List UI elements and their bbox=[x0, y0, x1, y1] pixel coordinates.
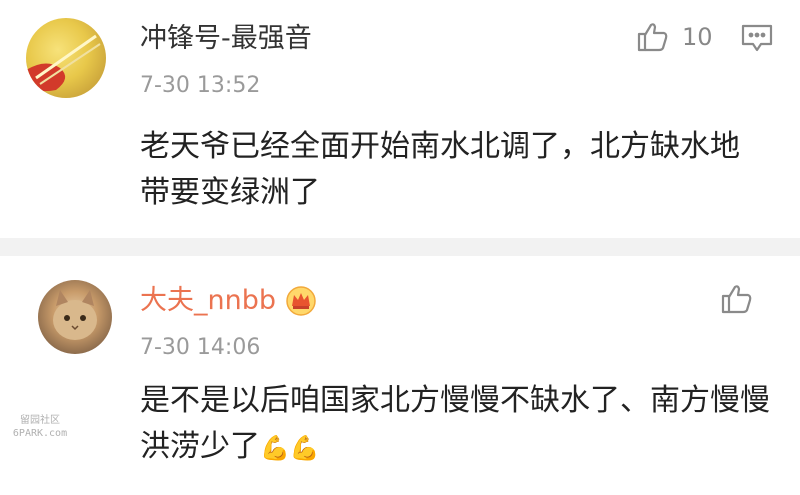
comment-text: 是不是以后咱国家北方慢慢不缺水了、南方慢慢洪涝少了💪💪 bbox=[140, 378, 770, 471]
like-count: 10 bbox=[682, 23, 713, 51]
username[interactable]: 大夫_nnbb bbox=[140, 284, 276, 318]
flexed-biceps-emoji: 💪💪 bbox=[260, 433, 320, 462]
avatar[interactable] bbox=[26, 18, 106, 98]
comment-text-body: 是不是以后咱国家北方慢慢不缺水了、南方慢慢洪涝少了 bbox=[140, 383, 770, 464]
avatar[interactable] bbox=[38, 280, 112, 354]
timestamp: 7-30 14:06 bbox=[140, 335, 261, 360]
watermark-line1: 留园社区 bbox=[20, 415, 60, 426]
watermark-line2: 6PARK.com bbox=[12, 428, 68, 439]
reply-icon[interactable] bbox=[740, 22, 774, 54]
timestamp: 7-30 13:52 bbox=[140, 73, 261, 98]
like-icon[interactable] bbox=[636, 20, 670, 54]
comment-item: 冲锋号-最强音 7-30 13:52 10 老天爷已经全面开始南水北调了，北方缺… bbox=[0, 0, 800, 238]
separator bbox=[0, 238, 800, 256]
username[interactable]: 冲锋号-最强音 bbox=[140, 22, 312, 56]
like-icon[interactable] bbox=[720, 282, 754, 316]
vip-crown-icon bbox=[285, 284, 317, 316]
comment-text: 老天爷已经全面开始南水北调了，北方缺水地带要变绿洲了 bbox=[140, 129, 740, 210]
watermark: 留园社区 6PARK.com bbox=[4, 414, 76, 440]
